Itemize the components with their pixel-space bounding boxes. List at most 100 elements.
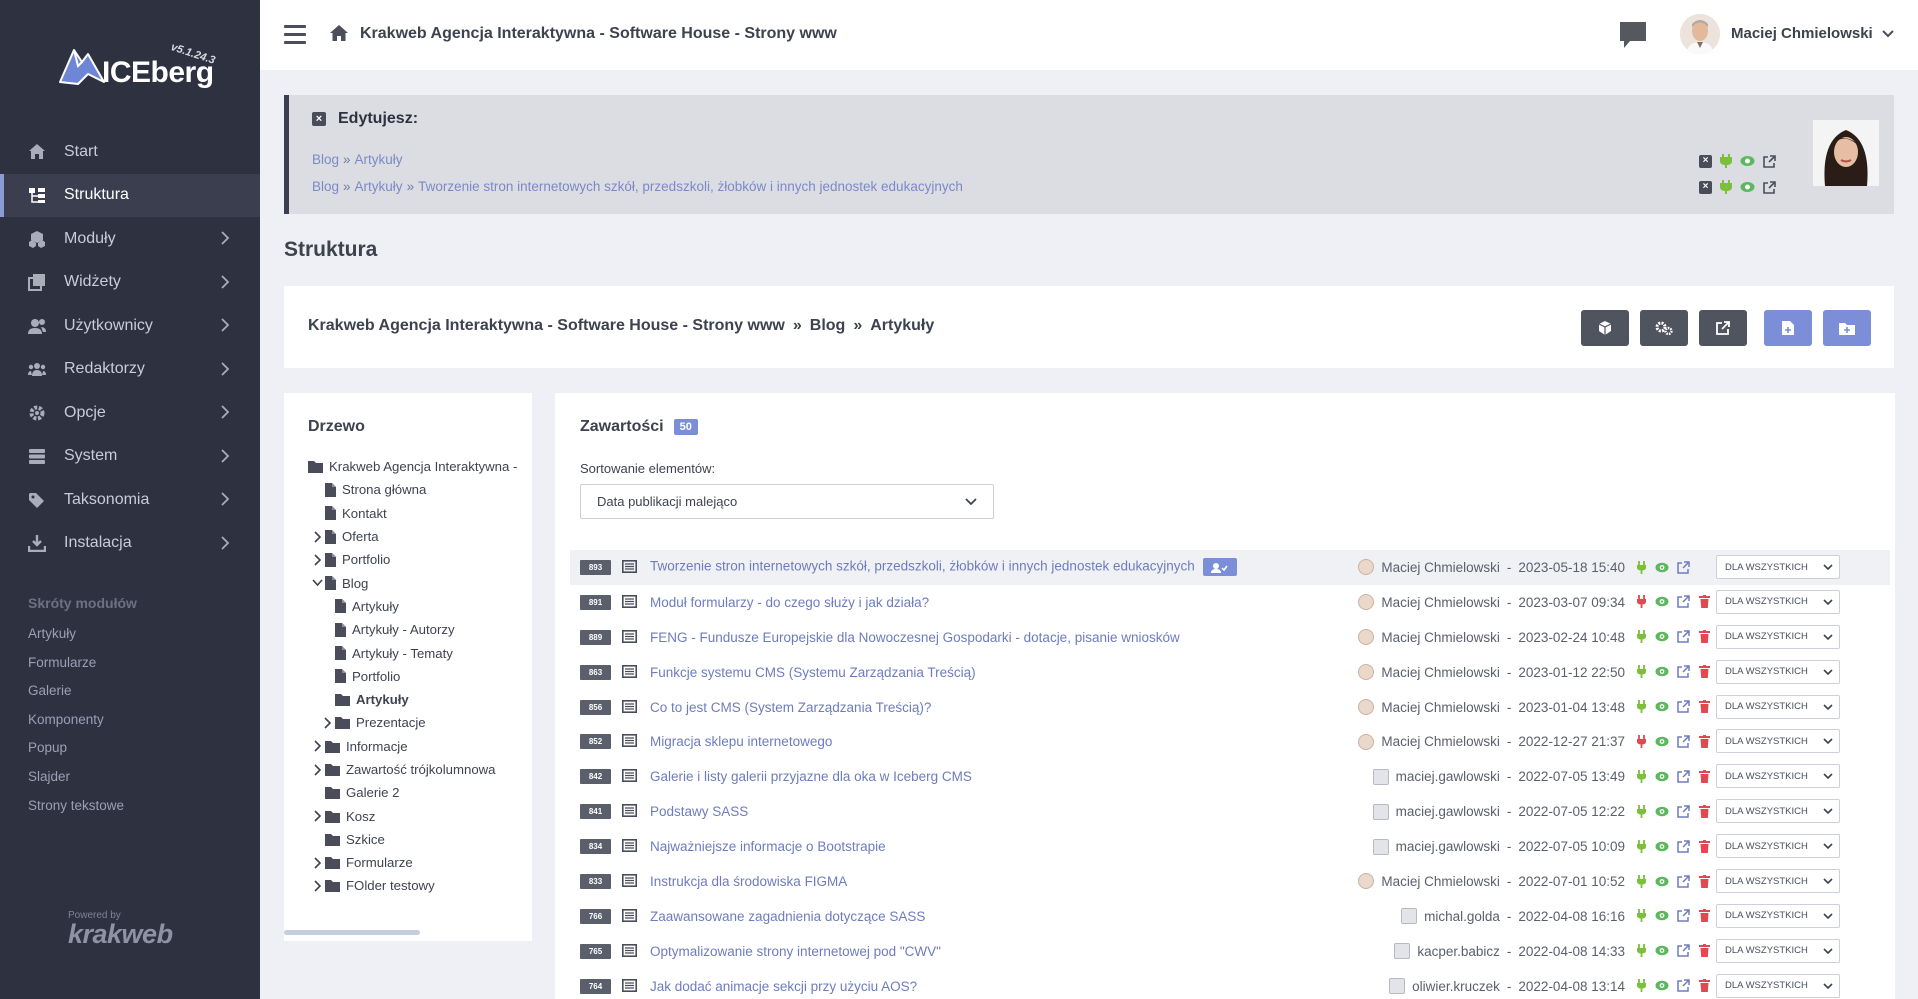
trash-icon[interactable] — [1697, 595, 1711, 609]
tree-toggle-icon[interactable] — [311, 880, 323, 892]
tree-node[interactable]: Kontakt — [308, 502, 532, 525]
external-link-icon[interactable] — [1676, 804, 1690, 818]
visibility-select[interactable]: DLA WSZYSTKICH — [1716, 903, 1840, 928]
content-row[interactable]: 766 Zaawansowane zagadnienia dotyczące SA… — [570, 899, 1890, 934]
content-row[interactable]: 841 Podstawy SASS maciej.gawlowski -2022-07… — [570, 794, 1890, 829]
external-link-icon[interactable] — [1676, 979, 1690, 993]
visibility-select[interactable]: DLA WSZYSTKICH — [1716, 694, 1840, 719]
tree-node[interactable]: Oferta — [308, 525, 532, 548]
plug-icon[interactable] — [1634, 839, 1648, 853]
content-row-title[interactable]: FENG - Fundusze Europejskie dla Nowoczes… — [650, 630, 1180, 645]
preview-button[interactable] — [1699, 310, 1747, 346]
shortcut-link[interactable]: Strony tekstowe — [28, 798, 124, 827]
tree-node[interactable]: Blog — [308, 571, 532, 594]
sidebar-item-opcje[interactable]: Opcje — [0, 391, 260, 435]
eye-icon[interactable] — [1655, 665, 1669, 679]
breadcrumb-item[interactable]: Krakweb Agencja Interaktywna - Software … — [308, 317, 785, 334]
content-row-title[interactable]: Funkcje systemu CMS (Systemu Zarządzania… — [650, 665, 976, 680]
content-row-title[interactable]: Instrukcja dla środowiska FIGMA — [650, 874, 847, 889]
visibility-select[interactable]: DLA WSZYSTKICH — [1716, 589, 1840, 614]
trash-icon[interactable] — [1697, 804, 1711, 818]
eye-icon[interactable] — [1655, 734, 1669, 748]
tree-toggle-icon[interactable] — [311, 530, 323, 543]
content-row[interactable]: 833 Instrukcja dla środowiska FIGMA Maciej… — [570, 864, 1890, 899]
content-row[interactable]: 893 Tworzenie stron internetowych szkół, … — [570, 550, 1890, 585]
tree-node[interactable]: Artykuły — [308, 595, 532, 618]
visibility-select[interactable]: DLA WSZYSTKICH — [1716, 938, 1840, 963]
external-link-icon[interactable] — [1676, 769, 1690, 783]
tree-scrollbar[interactable] — [284, 930, 420, 935]
content-row-title[interactable]: Jak dodać animacje sekcji przy użyciu AO… — [650, 979, 917, 994]
eye-icon[interactable] — [1655, 630, 1669, 644]
content-row[interactable]: 842 Galerie i listy galerii przyjazne dla… — [570, 759, 1890, 794]
tree-toggle-icon[interactable] — [311, 577, 323, 589]
sidebar-item-struktura[interactable]: Struktura — [0, 173, 260, 217]
external-link-icon[interactable] — [1676, 734, 1690, 748]
settings-button[interactable] — [1640, 310, 1688, 346]
plug-icon[interactable] — [1634, 700, 1648, 714]
content-row[interactable]: 891 Moduł formularzy - do czego służy i j… — [570, 585, 1890, 620]
shortcut-link[interactable]: Formularze — [28, 655, 124, 684]
external-link-icon[interactable] — [1676, 944, 1690, 958]
visibility-select[interactable]: DLA WSZYSTKICH — [1716, 799, 1840, 824]
close-icon[interactable]: × — [1699, 180, 1712, 194]
tree-node[interactable]: Formularze — [308, 851, 532, 874]
tree-node[interactable]: Prezentacje — [308, 711, 532, 734]
tree-node[interactable]: Artykuły - Autorzy — [308, 618, 532, 641]
external-link-icon[interactable] — [1676, 839, 1690, 853]
tree-node[interactable]: Kosz — [308, 804, 532, 827]
content-row[interactable]: 765 Optymalizowanie strony internetowej p… — [570, 934, 1890, 969]
external-link-icon[interactable] — [1676, 560, 1690, 574]
content-row-title[interactable]: Najważniejsze informacje o Bootstrapie — [650, 839, 886, 854]
content-row[interactable]: 856 Co to jest CMS (System Zarządzania Tr… — [570, 690, 1890, 725]
sidebar-item-system[interactable]: System — [0, 435, 260, 479]
eye-icon[interactable] — [1655, 874, 1669, 888]
tree-node[interactable]: Zawartość trójkolumnowa — [308, 758, 532, 781]
trash-icon[interactable] — [1697, 909, 1711, 923]
eye-icon[interactable] — [1655, 909, 1669, 923]
eye-icon[interactable] — [1740, 181, 1755, 193]
tree-toggle-icon[interactable] — [311, 554, 323, 566]
sidebar-item-start[interactable]: Start — [0, 130, 260, 174]
eye-icon[interactable] — [1655, 979, 1669, 993]
plug-icon[interactable] — [1634, 630, 1648, 644]
breadcrumb-item[interactable]: Artykuły — [870, 317, 934, 334]
plug-icon[interactable] — [1634, 665, 1648, 679]
close-icon[interactable]: × — [1699, 154, 1712, 168]
trash-icon[interactable] — [1697, 839, 1711, 853]
eye-icon[interactable] — [1655, 804, 1669, 818]
trash-icon[interactable] — [1697, 979, 1711, 993]
sort-select[interactable]: Data publikacji malejąco — [580, 484, 994, 519]
content-row[interactable]: 852 Migracja sklepu internetowego Maciej C… — [570, 724, 1890, 759]
shortcut-link[interactable]: Slajder — [28, 769, 124, 798]
add-folder-button[interactable] — [1823, 310, 1871, 346]
close-icon[interactable]: × — [312, 112, 326, 126]
visibility-select[interactable]: DLA WSZYSTKICH — [1716, 729, 1840, 754]
tree-toggle-icon[interactable] — [311, 857, 323, 869]
external-link-icon[interactable] — [1676, 909, 1690, 923]
external-link-icon[interactable] — [1763, 180, 1776, 194]
plug-icon[interactable] — [1634, 595, 1648, 609]
crumb-link[interactable]: Artykuły — [355, 152, 403, 167]
cube-button[interactable] — [1581, 310, 1629, 346]
content-row-title[interactable]: Galerie i listy galerii przyjazne dla ok… — [650, 769, 972, 784]
crumb-link[interactable]: Tworzenie stron internetowych szkół, prz… — [418, 179, 963, 194]
visibility-select[interactable]: DLA WSZYSTKICH — [1716, 624, 1840, 649]
external-link-icon[interactable] — [1676, 665, 1690, 679]
tree-node[interactable]: Portfolio — [308, 548, 532, 571]
crumb-link[interactable]: Artykuły — [355, 179, 403, 194]
content-row-title[interactable]: Podstawy SASS — [650, 804, 748, 819]
crumb-link[interactable]: Blog — [312, 152, 339, 167]
eye-icon[interactable] — [1655, 700, 1669, 714]
menu-toggle-button[interactable] — [284, 25, 306, 45]
trash-icon[interactable] — [1697, 630, 1711, 644]
breadcrumb-item[interactable]: Blog — [810, 317, 846, 334]
eye-icon[interactable] — [1655, 944, 1669, 958]
crumb-link[interactable]: Blog — [312, 179, 339, 194]
user-avatar[interactable] — [1680, 14, 1720, 54]
plug-icon[interactable] — [1634, 734, 1648, 748]
eye-icon[interactable] — [1655, 595, 1669, 609]
shortcut-link[interactable]: Galerie — [28, 683, 124, 712]
sidebar-item-taksonomia[interactable]: Taksonomia — [0, 478, 260, 522]
trash-icon[interactable] — [1697, 874, 1711, 888]
